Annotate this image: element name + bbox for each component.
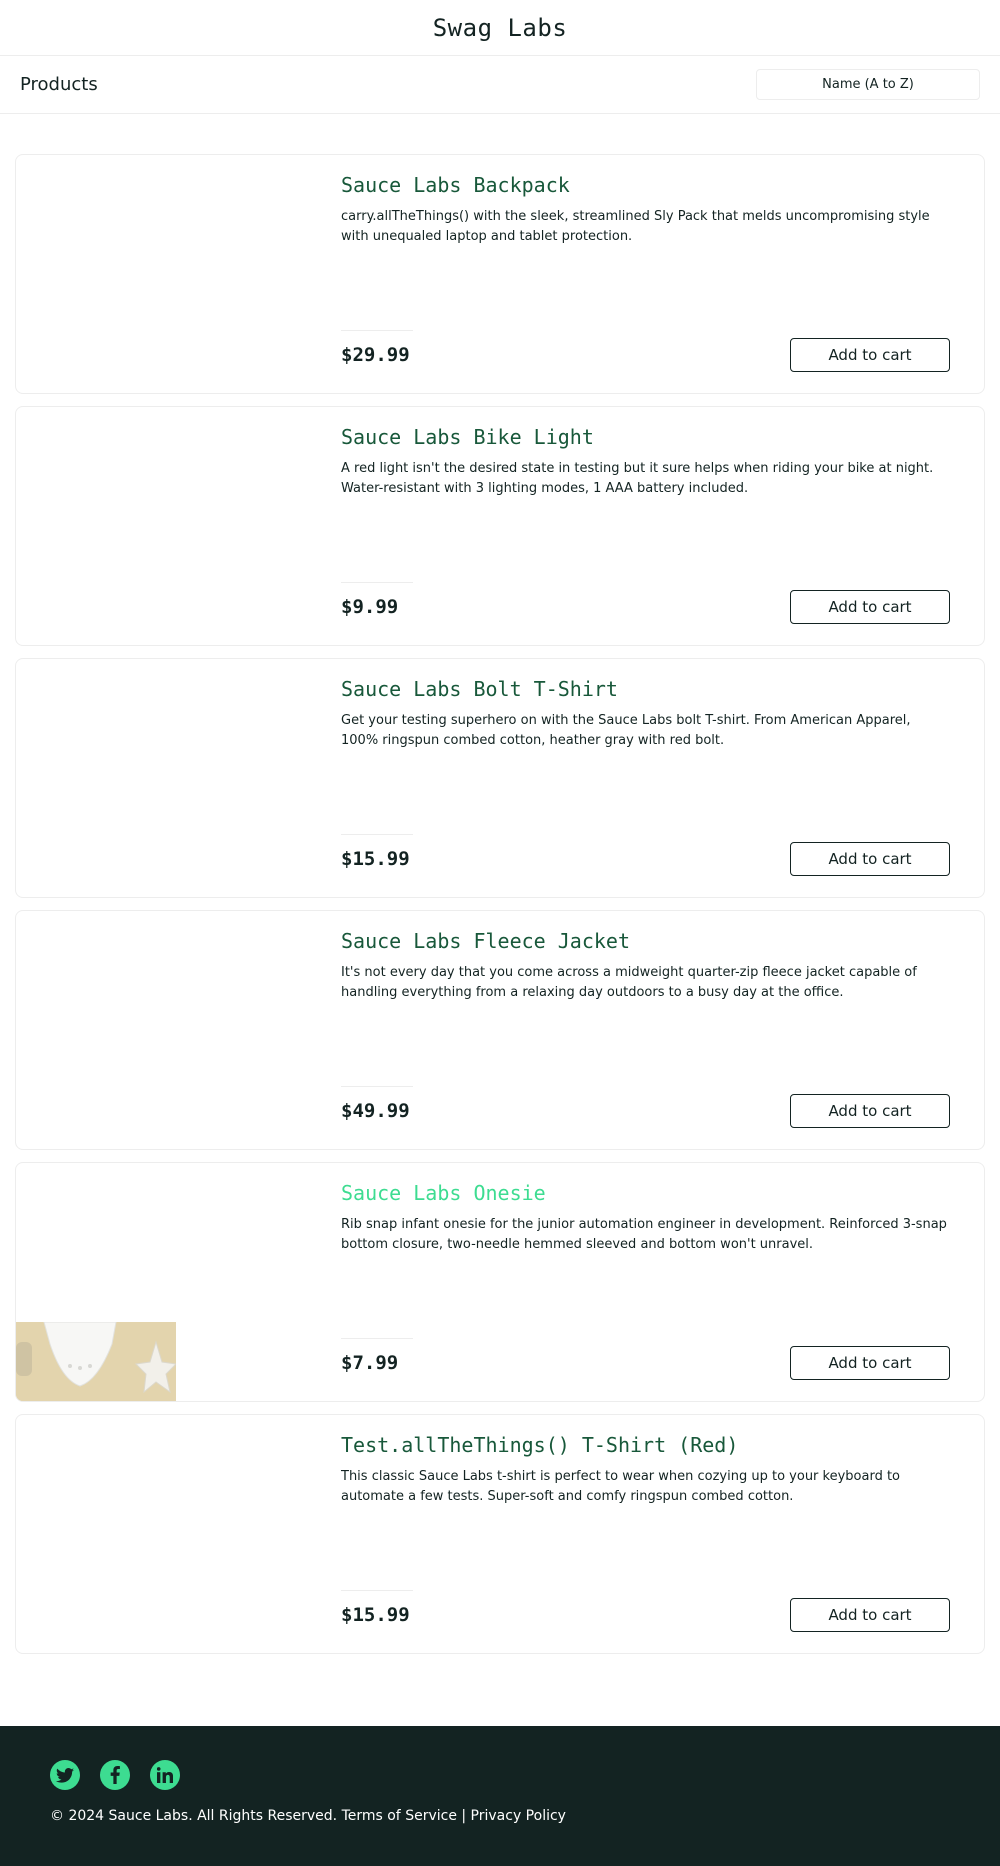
- inventory-item: Test.allTheThings() T-Shirt (Red) This c…: [15, 1414, 985, 1654]
- item-name-link[interactable]: Sauce Labs Onesie: [341, 1181, 546, 1205]
- facebook-icon-glyph: [110, 1766, 120, 1784]
- app-logo: Swag Labs: [432, 13, 568, 42]
- item-price: $29.99: [341, 344, 410, 366]
- add-to-cart-button[interactable]: Add to cart: [790, 1094, 950, 1128]
- product-image[interactable]: [16, 1163, 176, 1401]
- item-description: A red light isn't the desired state in t…: [341, 461, 934, 496]
- item-name-link[interactable]: Sauce Labs Bolt T-Shirt: [341, 677, 618, 701]
- footer-copy: © 2024 Sauce Labs. All Rights Reserved. …: [50, 1808, 566, 1824]
- header: Swag Labs: [0, 0, 1000, 56]
- inventory-item: Sauce Labs Fleece Jacket It's not every …: [15, 910, 985, 1150]
- twitter-icon-glyph: [56, 1767, 74, 1783]
- item-name-link[interactable]: Test.allTheThings() T-Shirt (Red): [341, 1433, 738, 1457]
- inventory-item: Sauce Labs Bolt T-Shirt Get your testing…: [15, 658, 985, 898]
- item-price: $7.99: [341, 1352, 399, 1374]
- twitter-icon[interactable]: [50, 1760, 80, 1790]
- product-image[interactable]: [16, 1415, 176, 1653]
- add-to-cart-button[interactable]: Add to cart: [790, 1598, 950, 1632]
- price-divider: [341, 330, 413, 331]
- item-price: $49.99: [341, 1100, 410, 1122]
- product-image[interactable]: [16, 155, 176, 393]
- price-divider: [341, 1338, 413, 1339]
- linkedin-icon-glyph: [157, 1767, 173, 1783]
- add-to-cart-button[interactable]: Add to cart: [790, 590, 950, 624]
- add-to-cart-button[interactable]: Add to cart: [790, 338, 950, 372]
- inventory-item: Sauce Labs Onesie Rib snap infant onesie…: [15, 1162, 985, 1402]
- item-description: Get your testing superhero on with the S…: [341, 713, 911, 748]
- product-image[interactable]: [16, 659, 176, 897]
- item-description: carry.allTheThings() with the sleek, str…: [341, 209, 930, 244]
- sort-select[interactable]: Name (A to Z): [756, 69, 980, 100]
- add-to-cart-button[interactable]: Add to cart: [790, 1346, 950, 1380]
- item-name-link[interactable]: Sauce Labs Bike Light: [341, 425, 594, 449]
- facebook-icon[interactable]: [100, 1760, 130, 1790]
- inventory-list: Sauce Labs Backpack carry.allTheThings()…: [15, 154, 985, 1666]
- onesie-photo: [16, 1322, 176, 1401]
- price-divider: [341, 582, 413, 583]
- item-price: $15.99: [341, 1604, 410, 1626]
- item-name-link[interactable]: Sauce Labs Fleece Jacket: [341, 929, 630, 953]
- price-divider: [341, 1086, 413, 1087]
- sort-select-value: Name (A to Z): [822, 77, 914, 92]
- price-divider: [341, 834, 413, 835]
- onesie-illustration: [16, 1322, 176, 1401]
- linkedin-icon[interactable]: [150, 1760, 180, 1790]
- subheader: Products Name (A to Z): [0, 56, 1000, 114]
- product-image[interactable]: [16, 911, 176, 1149]
- item-description: This classic Sauce Labs t-shirt is perfe…: [341, 1469, 901, 1504]
- item-price: $15.99: [341, 848, 410, 870]
- add-to-cart-button[interactable]: Add to cart: [790, 842, 950, 876]
- social-links: [50, 1760, 180, 1790]
- item-name-link[interactable]: Sauce Labs Backpack: [341, 173, 570, 197]
- footer: © 2024 Sauce Labs. All Rights Reserved. …: [0, 1726, 1000, 1866]
- page-title: Products: [20, 74, 98, 95]
- item-price: $9.99: [341, 596, 399, 618]
- item-description: It's not every day that you come across …: [341, 965, 917, 1000]
- inventory-item: Sauce Labs Backpack carry.allTheThings()…: [15, 154, 985, 394]
- item-description: Rib snap infant onesie for the junior au…: [341, 1217, 947, 1252]
- product-image[interactable]: [16, 407, 176, 645]
- inventory-item: Sauce Labs Bike Light A red light isn't …: [15, 406, 985, 646]
- price-divider: [341, 1590, 413, 1591]
